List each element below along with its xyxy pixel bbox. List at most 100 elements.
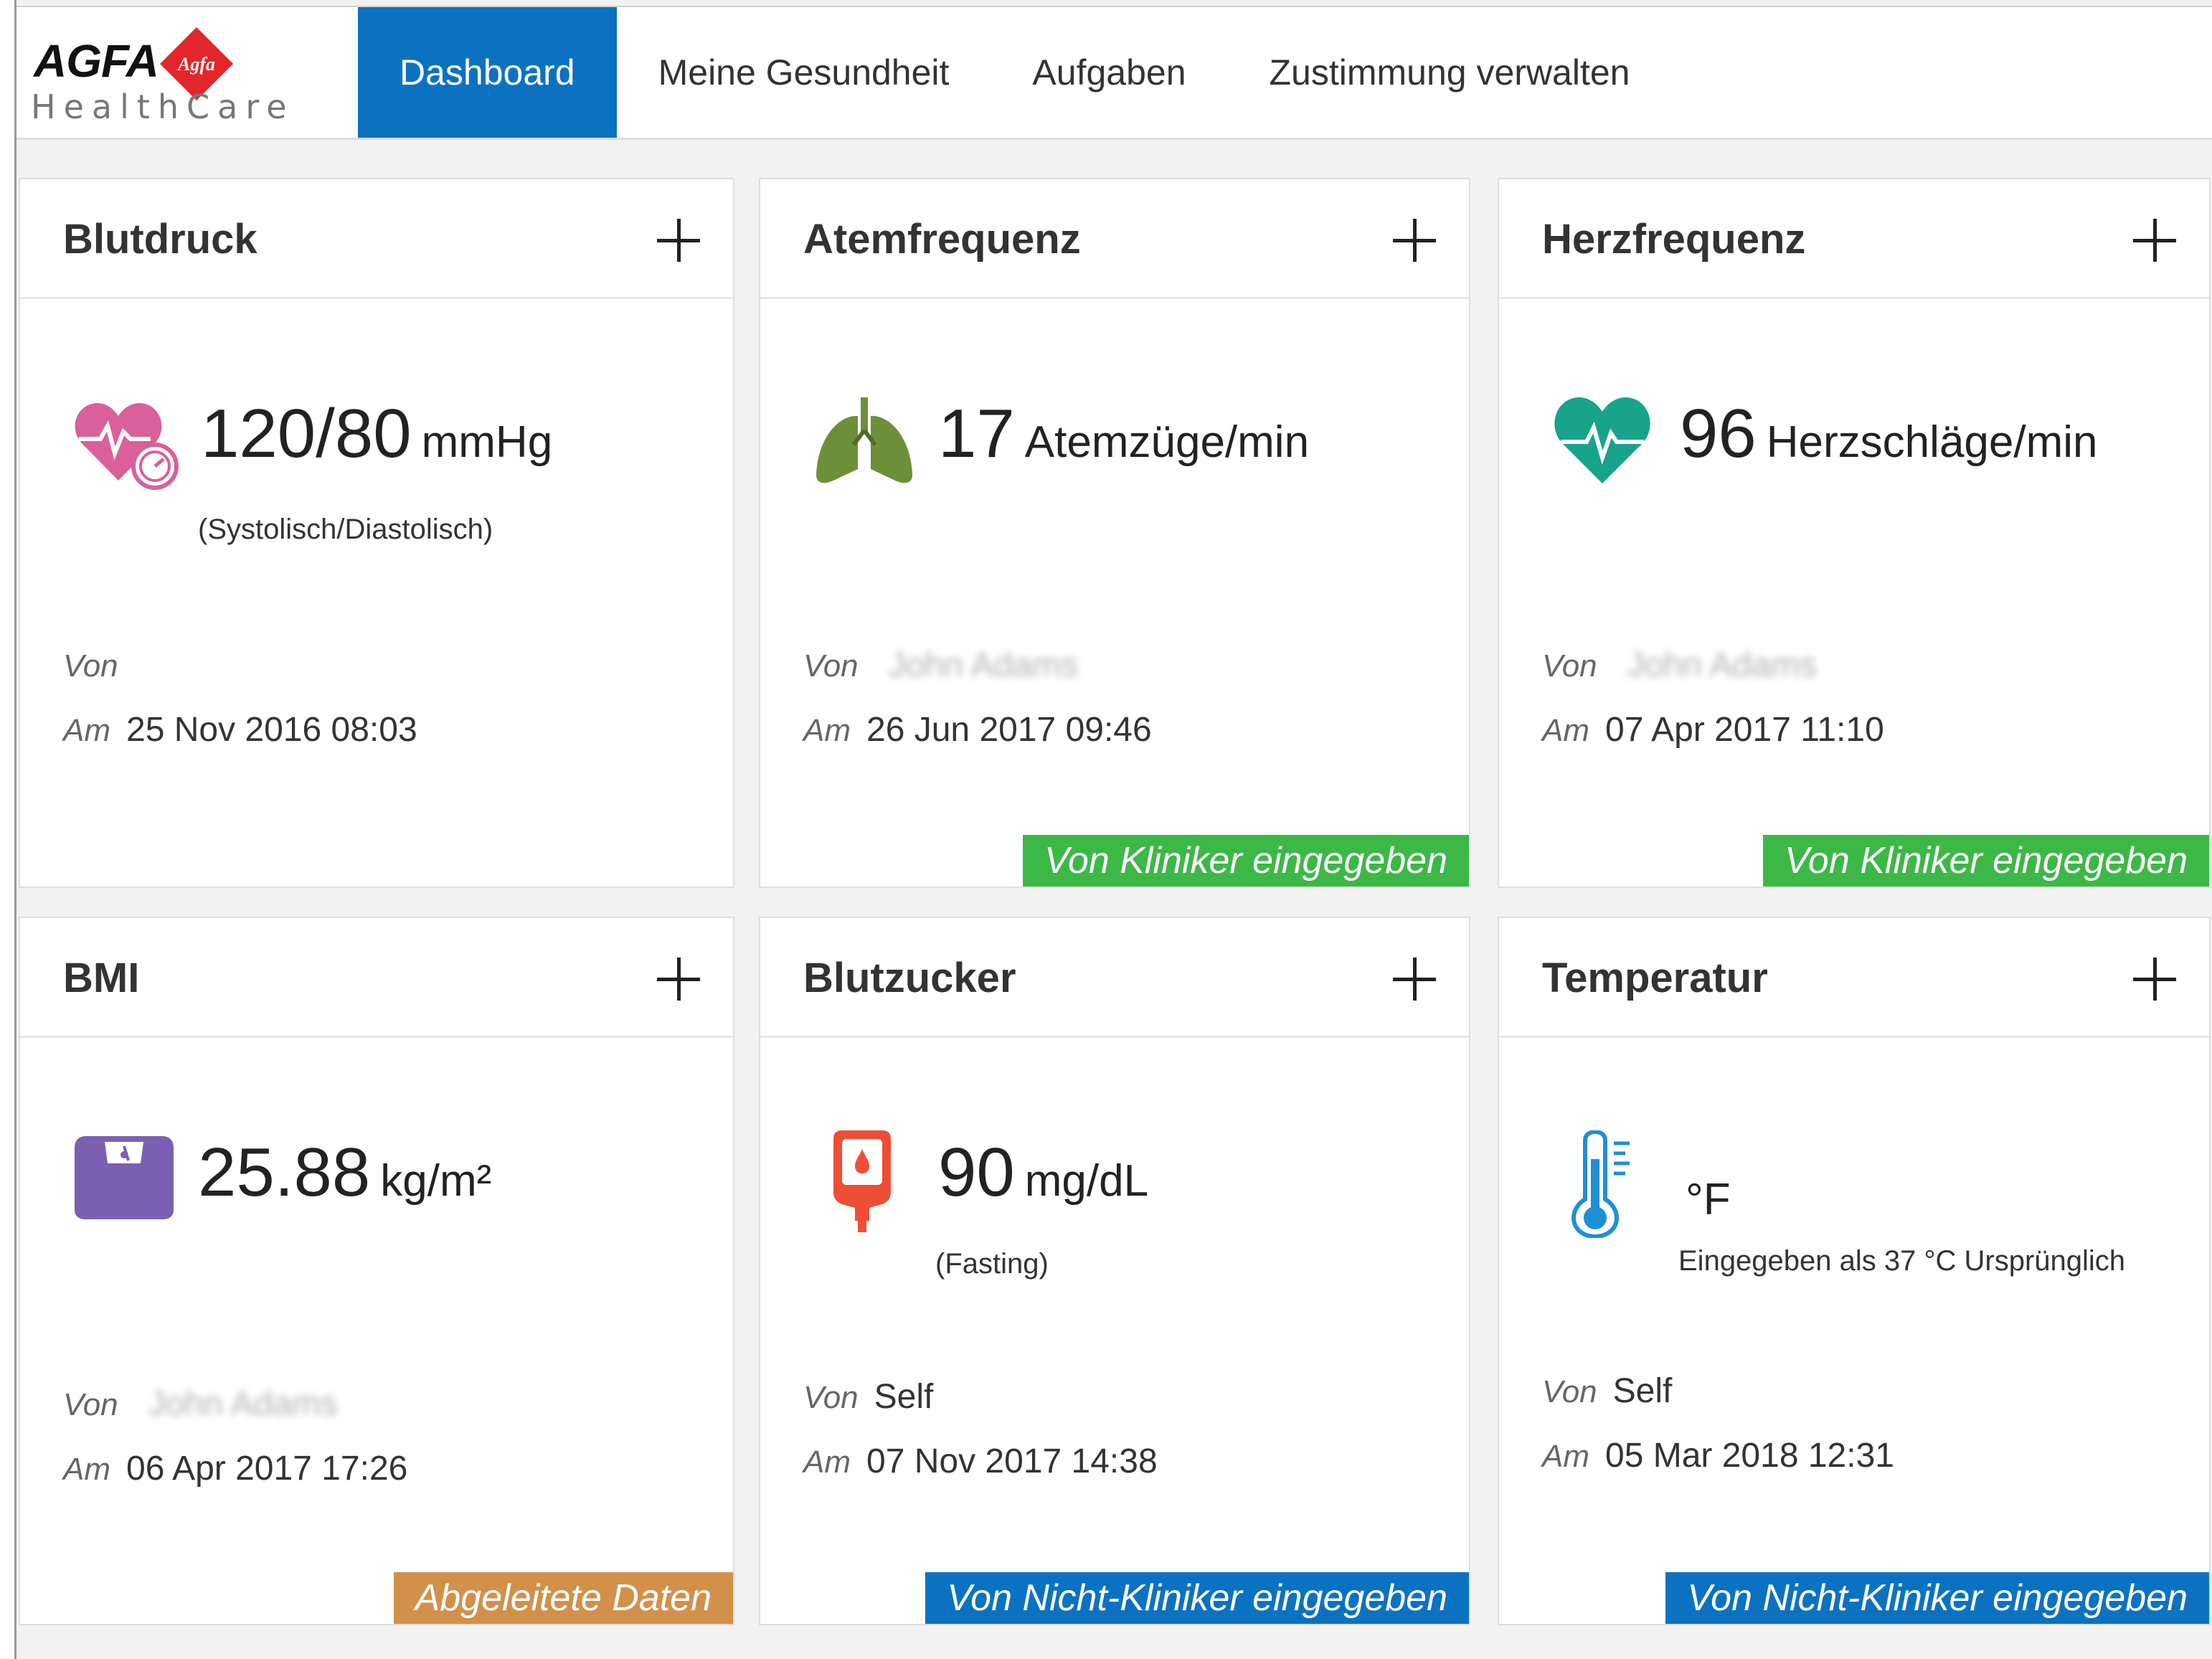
card-title: BMI [63,955,140,1001]
am-label: Am [1542,713,1589,748]
source-badge: Von Nicht-Kliniker eingegeben [925,1572,1469,1624]
value-unit: Atemzüge/min [1024,417,1310,467]
von-label: Von [1542,1374,1597,1409]
source-badge: Von Kliniker eingegeben [1763,835,2209,887]
value-note: (Systolisch/Diastolisch) [198,514,493,545]
value-number: 90 [938,1134,1015,1211]
heart-pressure-icon [75,403,179,490]
value-number: 17 [938,395,1015,472]
source-badge: Abgeleitete Daten [393,1572,733,1624]
vital-card-temperatur: Temperatur °F Eingegeben als 37 °C Urspr… [1498,917,2211,1625]
value-note: Eingegeben als 37 °C Ursprünglich [1678,1245,2126,1277]
add-bmi-button[interactable] [657,958,700,1001]
card-title: Blutdruck [63,216,257,263]
am-row: Am 25 Nov 2016 08:03 [63,710,417,750]
am-row: Am 07 Nov 2017 14:38 [803,1442,1158,1481]
page-bottom-area [16,1627,2212,1659]
vital-value: 17 Atemzüge/min [938,394,1309,473]
vital-value: 96 Herzschläge/min [1680,394,2098,473]
am-value: 07 Apr 2017 11:10 [1605,711,1884,749]
von-label: Von [803,1380,859,1415]
card-title: Herzfrequenz [1542,216,1806,263]
am-row: Am 26 Jun 2017 09:46 [803,710,1152,750]
vital-card-herzfrequenz: Herzfrequenz 96 Herzschläge/min Von John A… [1498,178,2211,888]
tab-aufgaben[interactable]: Aufgaben [991,7,1227,138]
add-atemfrequenz-button[interactable] [1393,219,1436,262]
am-row: Am 06 Apr 2017 17:26 [63,1449,407,1488]
vital-value: 25.88 kg/m² [198,1133,491,1212]
tab-zustimmung-verwalten[interactable]: Zustimmung verwalten [1228,7,1672,138]
vital-card-blutzucker: Blutzucker 90 mg/dL (Fasting) Von Self Am 0… [759,917,1470,1625]
von-row: Von [63,646,134,685]
logo-diamond-text: Agfa [176,54,215,75]
card-header: Atemfrequenz [760,179,1469,299]
von-value: John Adams [148,1385,338,1423]
von-row: Von Self [1542,1371,1672,1411]
am-label: Am [63,713,110,748]
logo-subtitle: HealthCare [31,88,295,126]
tab-meine-gesundheit[interactable]: Meine Gesundheit [617,7,991,138]
add-temperatur-button[interactable] [2133,958,2176,1001]
vital-value: °F [1675,1152,1731,1231]
am-row: Am 07 Apr 2017 11:10 [1542,710,1884,750]
value-unit: mmHg [421,417,553,467]
heart-pulse-icon [1554,397,1650,483]
value-unit: mg/dL [1024,1156,1149,1206]
tab-dashboard[interactable]: Dashboard [358,7,617,138]
von-label: Von [63,1387,118,1422]
card-title: Blutzucker [803,955,1016,1001]
add-herzfrequenz-button[interactable] [2133,219,2176,262]
card-header: BMI [20,918,733,1038]
am-value: 06 Apr 2017 17:26 [126,1450,408,1488]
window-edge [0,0,14,1659]
von-row: Von John Adams [1542,646,1817,685]
card-header: Temperatur [1499,918,2209,1038]
logo-brand-text: AGFA [34,35,159,87]
von-value: Self [1612,1372,1673,1410]
am-value: 25 Nov 2016 08:03 [126,711,417,749]
am-value: 26 Jun 2017 09:46 [866,711,1152,749]
vital-value: 120/80 mmHg [201,394,552,473]
von-row: Von Self [803,1377,933,1417]
von-value: John Adams [1627,646,1817,684]
von-label: Von [1542,648,1597,684]
am-row: Am 05 Mar 2018 12:31 [1542,1436,1894,1475]
value-unit: Herzschläge/min [1766,417,2098,467]
add-blutdruck-button[interactable] [657,219,700,262]
von-row: Von John Adams [803,646,1078,685]
source-badge: Von Nicht-Kliniker eingegeben [1665,1572,2209,1624]
card-title: Temperatur [1542,955,1768,1001]
value-unit: °F [1686,1175,1731,1224]
agfa-healthcare-logo: AGFA Agfa HealthCare [27,24,287,132]
value-unit: kg/m² [380,1156,492,1206]
am-label: Am [1542,1439,1589,1474]
value-note: (Fasting) [935,1248,1049,1280]
card-header: Blutdruck [20,179,733,299]
card-header: Herzfrequenz [1499,179,2209,299]
value-number: 25.88 [198,1134,371,1211]
am-label: Am [803,713,851,748]
source-badge: Von Kliniker eingegeben [1023,835,1469,887]
von-label: Von [63,648,118,684]
value-number: 120/80 [201,395,412,472]
am-value: 05 Mar 2018 12:31 [1605,1437,1894,1475]
vital-card-blutdruck: Blutdruck 120/80 mmHg (Systolisch/Diastol… [19,178,734,888]
von-label: Von [803,648,859,684]
add-blutzucker-button[interactable] [1393,958,1436,1001]
card-title: Atemfrequenz [803,216,1081,263]
vital-card-atemfrequenz: Atemfrequenz 17 Atemzüge/min Von John Adam… [759,178,1470,888]
am-label: Am [63,1452,110,1487]
lungs-icon [816,397,912,483]
glucose-meter-icon [833,1130,891,1232]
scale-icon [75,1136,174,1219]
von-value: Self [874,1378,934,1416]
vital-value: 90 mg/dL [938,1133,1148,1212]
vital-card-bmi: BMI 25.88 kg/m² Von John Adams Am 06 Apr 20… [19,917,734,1625]
am-label: Am [803,1445,851,1480]
von-value: John Adams [888,646,1078,684]
thermometer-icon [1571,1130,1630,1238]
top-navigation-bar: AGFA Agfa HealthCare Dashboard Meine Ges… [16,6,2212,140]
value-number: 96 [1680,395,1757,472]
am-value: 07 Nov 2017 14:38 [866,1442,1158,1480]
main-nav: Dashboard Meine Gesundheit Aufgaben Zust… [358,7,1671,138]
